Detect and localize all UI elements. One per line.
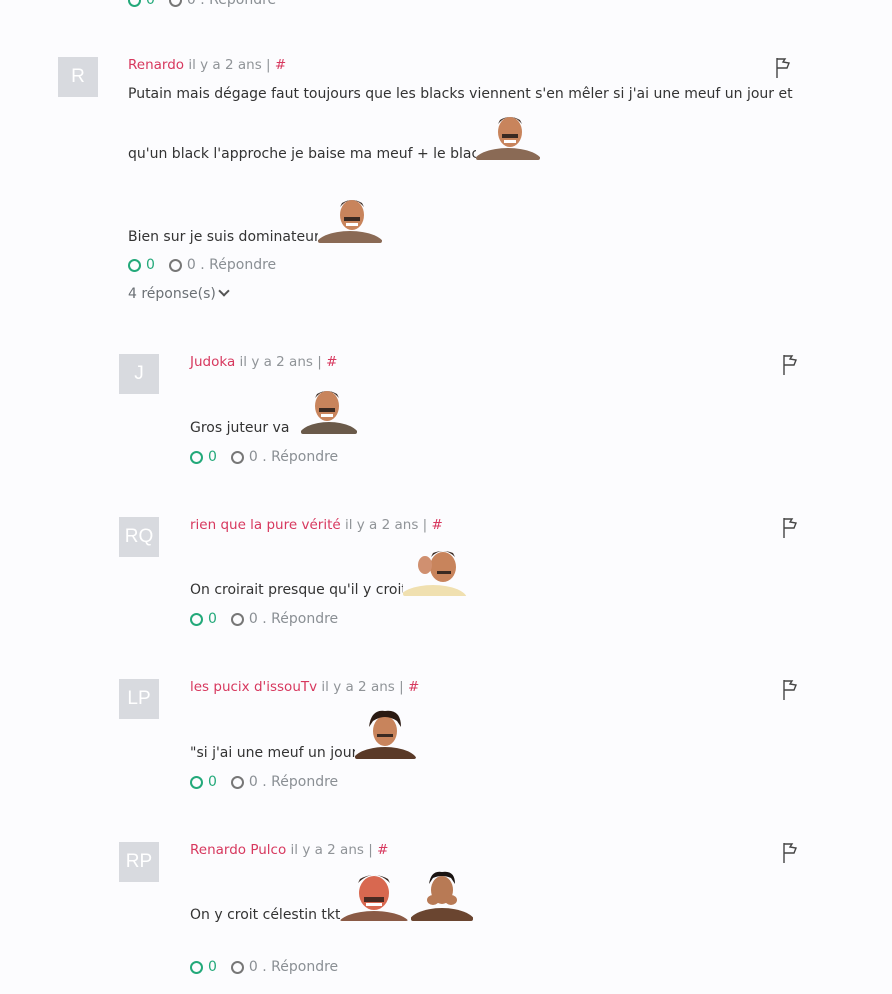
upvote-button[interactable]: 0: [190, 449, 217, 465]
comment-header: Judoka il y a 2 ans | #: [190, 354, 337, 370]
comment-text-line: qu'un black l'approche je baise ma meuf …: [128, 146, 488, 162]
vote-row: 0 0 . Répondre: [190, 449, 338, 465]
vote-row: 0 0 . Répondre: [190, 959, 338, 975]
vote-row-previous: 0 0 . Répondre: [128, 0, 276, 8]
downvote-circle-icon: [230, 612, 244, 626]
avatar: RP: [119, 842, 159, 882]
vote-row: 0 0 . Répondre: [190, 611, 338, 627]
permalink-link[interactable]: #: [408, 679, 419, 695]
upvote-button[interactable]: 0: [190, 774, 217, 790]
chevron-down-icon: [218, 285, 230, 297]
comment-text: On croirait presque qu'il y croit: [190, 582, 407, 598]
downvote-circle-icon: [230, 450, 244, 464]
downvote-circle-icon: [230, 960, 244, 974]
flag-icon[interactable]: [782, 354, 800, 376]
downvote-reply-button[interactable]: 0 . Répondre: [168, 0, 276, 8]
vote-row: 0 0 . Répondre: [190, 774, 338, 790]
comment-text-line: Putain mais dégage faut toujours que les…: [128, 86, 793, 102]
comment-header: rien que la pure vérité il y a 2 ans | #: [190, 517, 443, 533]
comment-text-line: Bien sur je suis dominateur: [128, 229, 320, 245]
laughing-sticker: [411, 870, 473, 921]
upvote-button[interactable]: 0: [128, 257, 155, 273]
comment-author[interactable]: les pucix d'issouTv: [190, 679, 317, 695]
upvote-circle-icon: [128, 0, 141, 7]
permalink-link[interactable]: #: [377, 842, 388, 858]
avatar: RQ: [119, 517, 159, 557]
upvote-button[interactable]: 0: [128, 0, 155, 8]
risitas-sticker: [355, 709, 416, 759]
risitas-sticker: [403, 547, 471, 596]
flag-icon[interactable]: [775, 57, 793, 79]
comment-time: il y a 2 ans |: [290, 842, 373, 858]
upvote-circle-icon: [190, 775, 203, 789]
comment-author[interactable]: Renardo: [128, 57, 184, 73]
risitas-sticker: [318, 195, 382, 243]
vote-row: 0 0 . Répondre: [128, 257, 276, 273]
upvote-button[interactable]: 0: [190, 959, 217, 975]
comment-author[interactable]: Judoka: [190, 354, 235, 370]
downvote-reply-button[interactable]: 0 . Répondre: [230, 959, 338, 975]
upvote-circle-icon: [190, 960, 203, 974]
flag-icon[interactable]: [782, 842, 800, 864]
upvote-button[interactable]: 0: [190, 611, 217, 627]
avatar: J: [119, 354, 159, 394]
downvote-reply-button[interactable]: 0 . Répondre: [230, 774, 338, 790]
flag-icon[interactable]: [782, 517, 800, 539]
risitas-sticker: [301, 384, 357, 434]
risitas-sticker: [476, 112, 540, 160]
comment-header: Renardo il y a 2 ans | #: [128, 57, 286, 73]
upvote-circle-icon: [190, 612, 203, 626]
comment-header: les pucix d'issouTv il y a 2 ans | #: [190, 679, 419, 695]
comment-time: il y a 2 ans |: [239, 354, 322, 370]
avatar: LP: [119, 679, 159, 719]
comment-author[interactable]: rien que la pure vérité: [190, 517, 341, 533]
permalink-link[interactable]: #: [275, 57, 286, 73]
comment-text: Gros juteur va: [190, 420, 290, 436]
downvote-reply-button[interactable]: 0 . Répondre: [230, 449, 338, 465]
comment-text: "si j'ai une meuf un jour": [190, 745, 364, 761]
comment-author[interactable]: Renardo Pulco: [190, 842, 286, 858]
upvote-circle-icon: [190, 450, 203, 464]
downvote-circle-icon: [168, 0, 182, 7]
downvote-circle-icon: [168, 258, 182, 272]
comment-header: Renardo Pulco il y a 2 ans | #: [190, 842, 388, 858]
permalink-link[interactable]: #: [326, 354, 337, 370]
replies-toggle[interactable]: 4 réponse(s): [128, 285, 230, 302]
downvote-reply-button[interactable]: 0 . Répondre: [168, 257, 276, 273]
downvote-reply-button[interactable]: 0 . Répondre: [230, 611, 338, 627]
avatar: R: [58, 57, 98, 97]
risitas-sticker: [340, 871, 408, 921]
permalink-link[interactable]: #: [432, 517, 443, 533]
comment-text: On y croit célestin tkt: [190, 907, 341, 923]
downvote-circle-icon: [230, 775, 244, 789]
comment-time: il y a 2 ans |: [344, 517, 428, 533]
flag-icon[interactable]: [782, 679, 800, 701]
upvote-circle-icon: [128, 258, 141, 272]
comment-time: il y a 2 ans |: [188, 57, 271, 73]
comment-time: il y a 2 ans |: [321, 679, 404, 695]
